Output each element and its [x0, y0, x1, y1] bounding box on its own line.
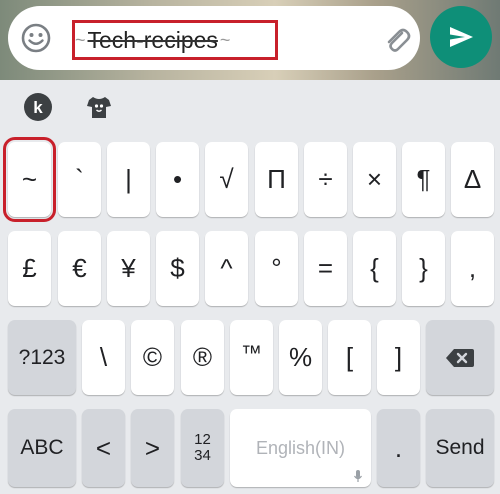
key-trademark[interactable]: ™: [230, 320, 273, 395]
message-input[interactable]: ~ Tech-recipes ~: [72, 20, 278, 60]
paperclip-icon[interactable]: [380, 24, 414, 58]
space-bar[interactable]: English(IN): [230, 409, 371, 487]
keyboard: k ~ ` | • √ Π ÷ × ¶ Δ £ € ¥ $ ^ ° = { } …: [0, 80, 500, 494]
symbols-mode-key[interactable]: ?123: [8, 320, 76, 395]
key-degree[interactable]: °: [255, 231, 298, 306]
key-left-bracket[interactable]: [: [328, 320, 371, 395]
key-pound[interactable]: £: [8, 231, 51, 306]
key-right-bracket[interactable]: ]: [377, 320, 420, 395]
key-comma[interactable]: ,: [451, 231, 494, 306]
theme-shirt-icon[interactable]: [84, 92, 114, 122]
key-equals[interactable]: =: [304, 231, 347, 306]
emoji-icon[interactable]: [20, 22, 52, 54]
backspace-icon: [446, 348, 474, 367]
k-app-icon[interactable]: k: [23, 92, 53, 122]
key-left-brace[interactable]: {: [353, 231, 396, 306]
space-bar-language-label: English(IN): [255, 437, 346, 458]
key-period[interactable]: .: [377, 409, 420, 487]
key-multiply[interactable]: ×: [353, 142, 396, 217]
key-dollar[interactable]: $: [156, 231, 199, 306]
key-right-brace[interactable]: }: [402, 231, 445, 306]
key-euro[interactable]: €: [58, 231, 101, 306]
key-caret[interactable]: ^: [205, 231, 248, 306]
abc-mode-key[interactable]: ABC: [8, 409, 76, 487]
key-pi[interactable]: Π: [255, 142, 298, 217]
key-divide[interactable]: ÷: [304, 142, 347, 217]
send-key[interactable]: Send: [426, 409, 494, 487]
numpad-key-top: 12: [194, 431, 211, 448]
key-backslash[interactable]: \: [82, 320, 125, 395]
backspace-key[interactable]: [426, 320, 494, 395]
key-bullet[interactable]: •: [156, 142, 199, 217]
key-delta[interactable]: Δ: [451, 142, 494, 217]
message-text: Tech-recipes: [87, 26, 218, 53]
numpad-key-bottom: 34: [194, 447, 211, 464]
send-button[interactable]: [430, 6, 492, 68]
send-arrow-icon: [450, 27, 473, 47]
key-registered[interactable]: ®: [181, 320, 224, 395]
key-less-than[interactable]: <: [82, 409, 125, 487]
mic-icon: [354, 470, 362, 482]
strikethrough-marker-right: ~: [219, 29, 231, 50]
key-greater-than[interactable]: >: [131, 409, 174, 487]
strikethrough-marker-left: ~: [75, 29, 86, 50]
key-copyright[interactable]: ©: [131, 320, 174, 395]
key-yen[interactable]: ¥: [107, 231, 150, 306]
key-tilde[interactable]: ~: [3, 137, 56, 222]
message-compose-bar: ~ Tech-recipes ~: [8, 6, 420, 70]
key-pipe[interactable]: |: [107, 142, 150, 217]
key-backtick[interactable]: `: [58, 142, 101, 217]
svg-text:k: k: [33, 98, 43, 117]
key-pilcrow[interactable]: ¶: [402, 142, 445, 217]
numpad-key[interactable]: 12 34: [181, 409, 224, 487]
key-percent[interactable]: %: [279, 320, 322, 395]
key-sqrt[interactable]: √: [205, 142, 248, 217]
